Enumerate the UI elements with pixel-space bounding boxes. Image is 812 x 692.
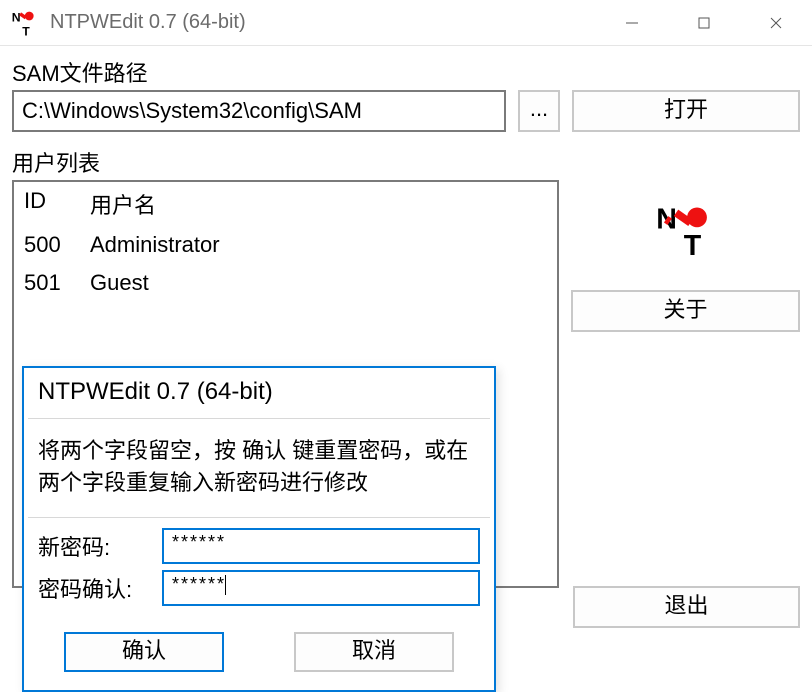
confirm-password-label: 密码确认:: [38, 572, 150, 604]
dialog-message: 将两个字段留空，按 确认 键重置密码，或在两个字段重复输入新密码进行修改: [24, 419, 494, 507]
table-row[interactable]: 500Administrator: [14, 226, 557, 264]
about-button[interactable]: 关于: [571, 290, 800, 332]
sam-path-label: SAM文件路径: [12, 56, 800, 88]
minimize-button[interactable]: [596, 0, 668, 46]
password-dialog: NTPWEdit 0.7 (64-bit) 将两个字段留空，按 确认 键重置密码…: [22, 366, 496, 692]
user-name: Administrator: [90, 232, 547, 258]
new-password-label: 新密码:: [38, 530, 150, 562]
maximize-button[interactable]: [668, 0, 740, 46]
close-button[interactable]: [740, 0, 812, 46]
app-icon: N T: [10, 9, 38, 37]
dialog-title: NTPWEdit 0.7 (64-bit): [24, 368, 494, 408]
svg-text:T: T: [683, 229, 701, 256]
exit-button[interactable]: 退出: [573, 586, 800, 628]
new-password-input[interactable]: ******: [162, 528, 480, 564]
user-id: 500: [24, 232, 90, 258]
window-title: NTPWEdit 0.7 (64-bit): [50, 11, 596, 34]
app-logo: N T: [571, 186, 800, 272]
col-id-header: ID: [24, 188, 90, 220]
userlist-header: ID 用户名: [14, 182, 557, 226]
user-name: Guest: [90, 270, 547, 296]
confirm-password-input[interactable]: ******: [162, 570, 480, 606]
svg-text:N: N: [12, 10, 21, 24]
open-button[interactable]: 打开: [572, 90, 800, 132]
svg-text:T: T: [22, 24, 30, 37]
user-id: 501: [24, 270, 90, 296]
cancel-button[interactable]: 取消: [294, 632, 454, 672]
sam-path-input[interactable]: [12, 90, 506, 132]
ok-button[interactable]: 确认: [64, 632, 224, 672]
table-row[interactable]: 501Guest: [14, 264, 557, 302]
userlist-label: 用户列表: [12, 146, 800, 178]
titlebar: N T NTPWEdit 0.7 (64-bit): [0, 0, 812, 46]
browse-button[interactable]: ...: [518, 90, 560, 132]
col-name-header: 用户名: [90, 188, 547, 220]
window-controls: [596, 0, 812, 45]
